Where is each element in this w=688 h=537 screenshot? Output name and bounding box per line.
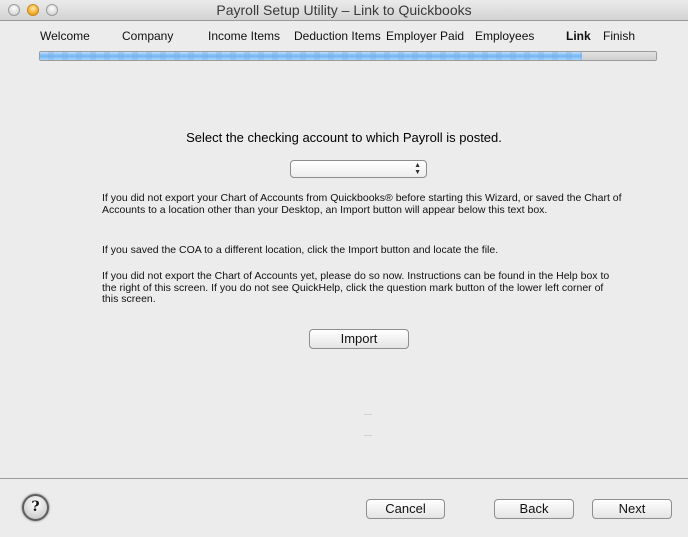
help-button[interactable]: ? [22,494,49,521]
wizard-progress-bar [39,51,657,61]
wizard-steps: Welcome Company Income Items Deduction I… [0,29,688,45]
step-welcome: Welcome [40,29,90,43]
import-button[interactable]: Import [309,329,409,349]
title-bar: Payroll Setup Utility – Link to Quickboo… [0,0,688,21]
checking-account-select[interactable]: ▲ ▼ [290,160,427,178]
instructions-paragraph-1: If you did not export your Chart of Acco… [102,192,622,216]
next-button[interactable]: Next [592,499,672,519]
step-company: Company [122,29,174,43]
account-prompt: Select the checking account to which Pay… [186,130,502,145]
step-employer-paid: Employer Paid [386,29,465,43]
divider-mark [364,435,372,436]
step-finish: Finish [603,29,636,43]
back-button[interactable]: Back [494,499,574,519]
step-deduction-items: Deduction Items [294,29,381,43]
instructions-paragraph-2: If you saved the COA to a different loca… [102,244,499,256]
step-link: Link [566,29,591,43]
divider-mark [364,414,372,415]
progress-fill [40,52,583,60]
step-income-items: Income Items [208,29,281,43]
select-arrows-icon: ▲ ▼ [414,162,421,176]
window-title: Payroll Setup Utility – Link to Quickboo… [216,2,472,18]
cancel-button[interactable]: Cancel [366,499,445,519]
footer-divider [0,478,688,479]
instructions-paragraph-3: If you did not export the Chart of Accou… [102,270,610,305]
step-employees: Employees [475,29,535,43]
